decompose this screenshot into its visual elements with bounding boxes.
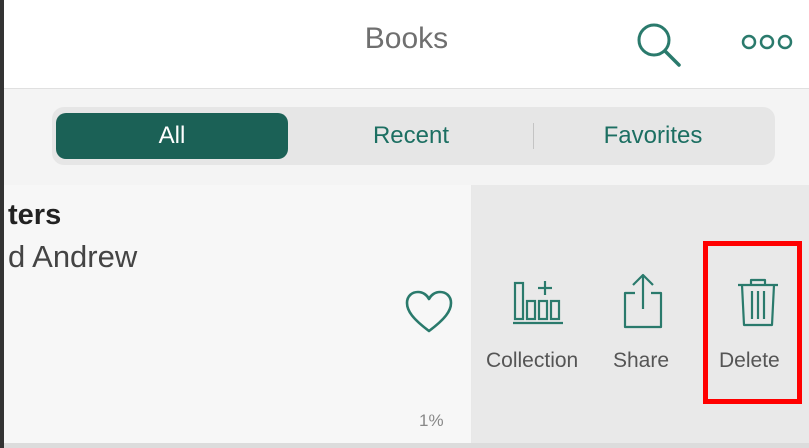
share-button[interactable]: Share [603,185,683,443]
tab-all[interactable]: All [56,113,288,159]
more-button[interactable] [741,30,793,54]
share-label: Share [613,349,670,372]
book-author: d Andrew [8,239,138,274]
tab-favorites[interactable]: Favorites [535,113,771,159]
segment-divider [533,123,534,149]
heart-icon [405,290,453,333]
share-icon [623,273,663,329]
book-card[interactable]: ters d Andrew 1% [4,185,472,443]
delete-highlight-box [703,241,802,404]
tab-recent[interactable]: Recent [293,113,529,159]
search-button[interactable] [632,20,686,70]
segmented-control: All Recent Favorites [52,107,775,165]
favorite-button[interactable] [403,288,455,336]
collection-icon [513,281,563,325]
book-title: ters [8,199,62,231]
more-icon [741,34,793,50]
filter-bar: All Recent Favorites [4,89,809,185]
collection-button[interactable]: Collection [482,185,588,443]
search-icon [637,23,681,67]
reading-progress: 1% [419,411,444,430]
collection-label: Collection [486,349,579,372]
page-title: Books [364,22,449,55]
bottom-divider [4,443,809,448]
top-bar: Books [4,0,809,89]
